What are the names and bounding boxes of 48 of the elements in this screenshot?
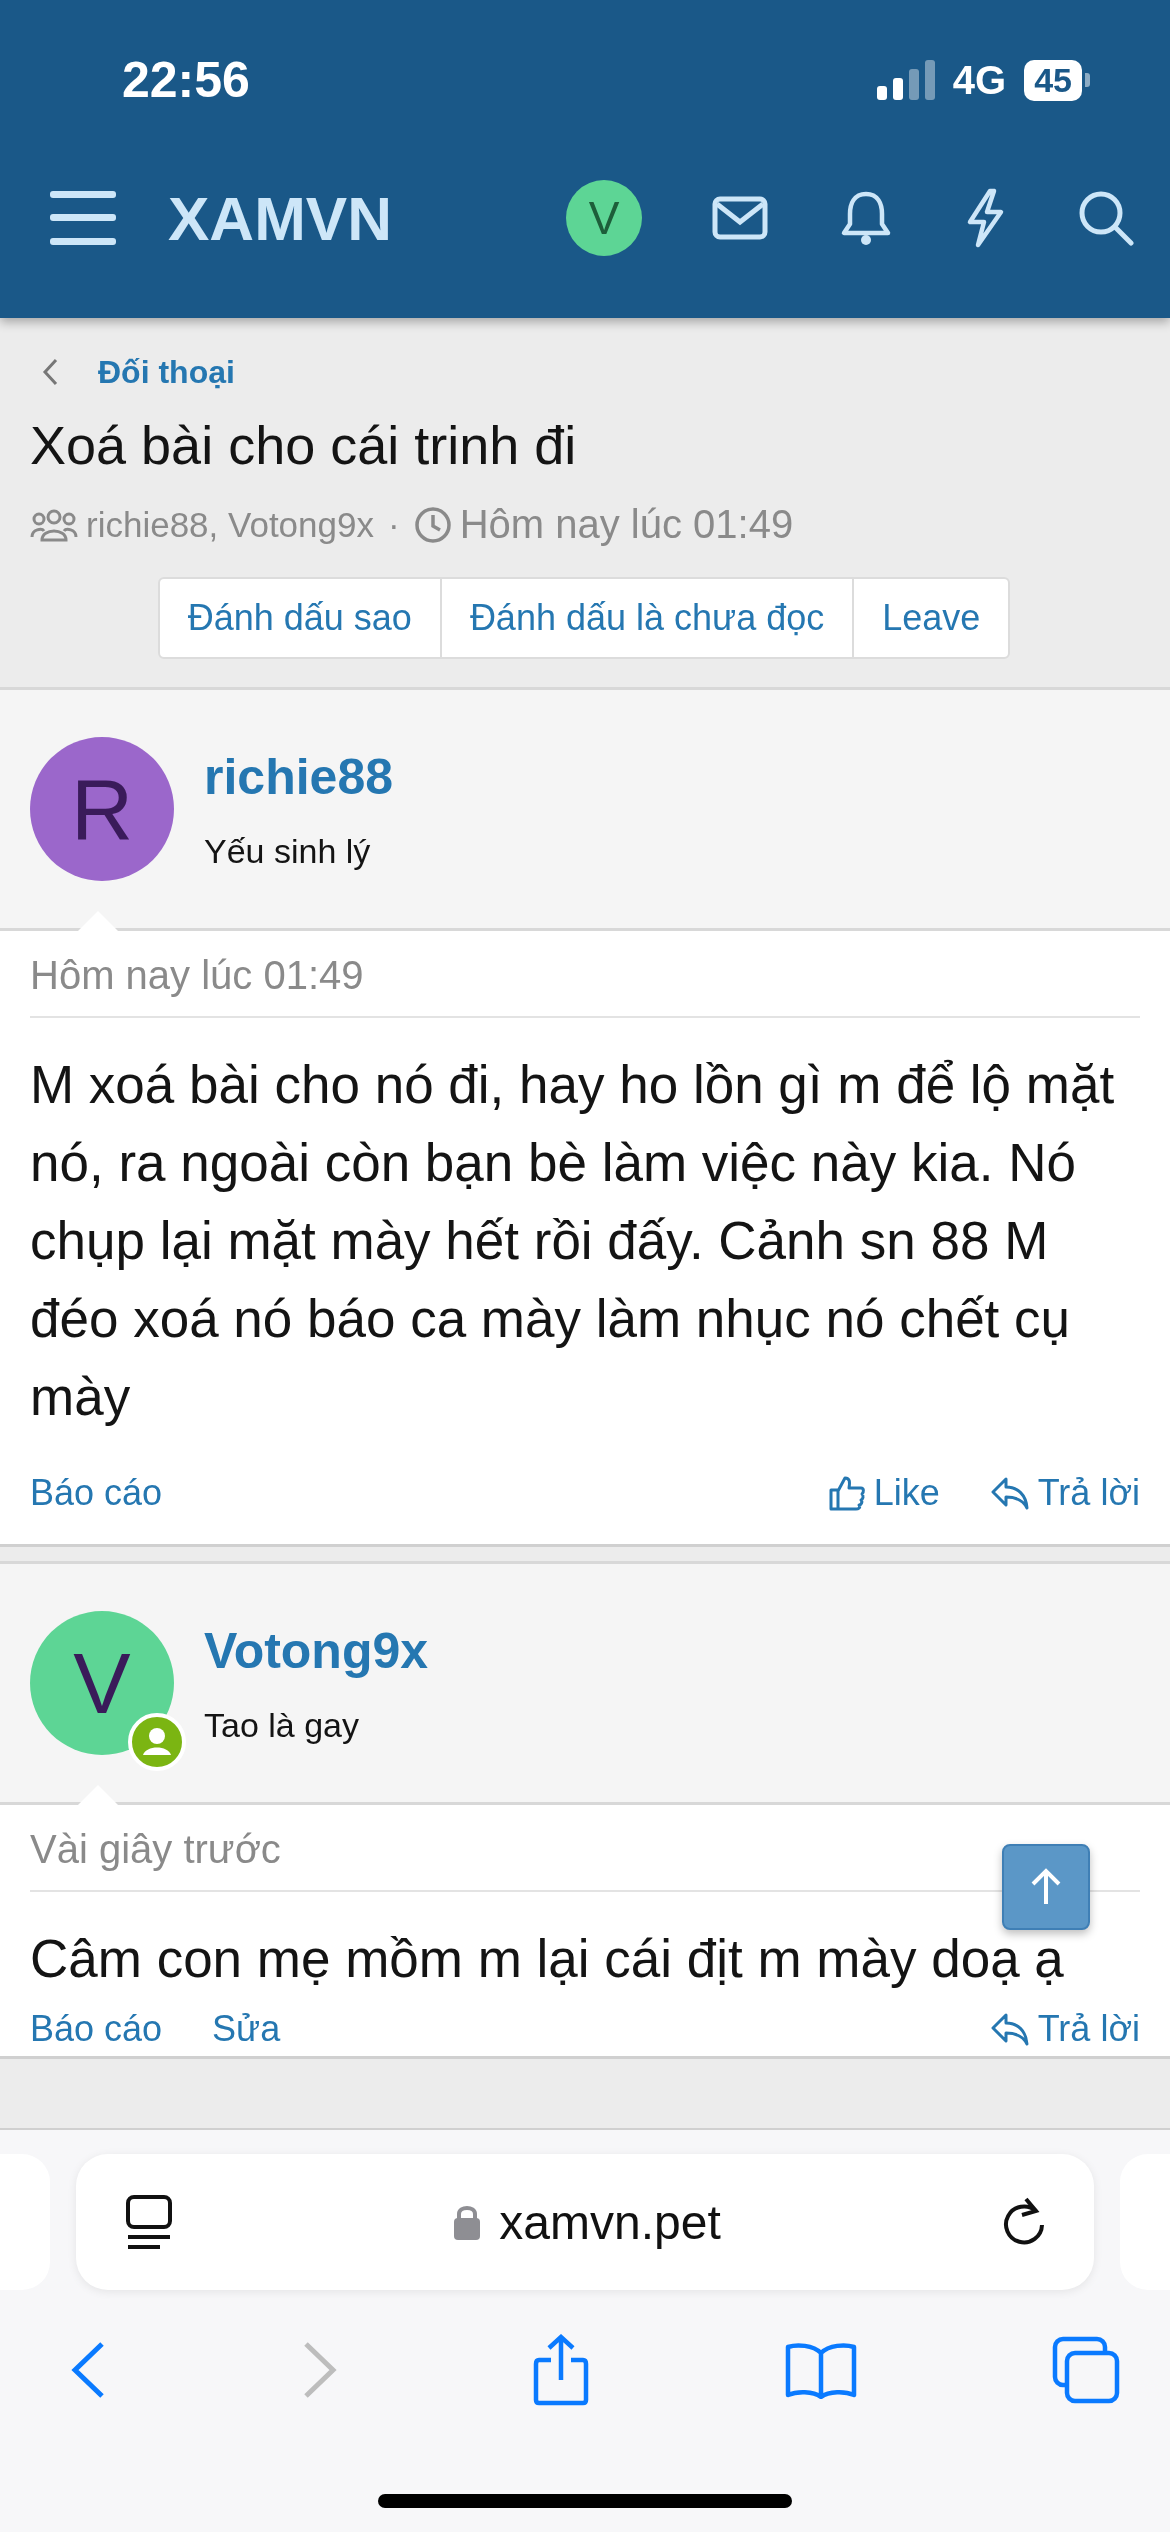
- post-link[interactable]: Sửa: [212, 2008, 281, 2050]
- participants-text: richie88, Votong9x: [86, 504, 374, 545]
- conversation-time: Hôm nay lúc 01:49: [459, 502, 794, 547]
- separator-dot: ·: [388, 504, 400, 545]
- post-link[interactable]: Báo cáo: [30, 1472, 163, 1514]
- conversation-title: Xoá bài cho cái trinh đi: [30, 414, 578, 476]
- reply-link[interactable]: Trả lời: [989, 2008, 1140, 2050]
- username-link[interactable]: Votong9x: [204, 1621, 429, 1680]
- mail-icon[interactable]: [712, 196, 768, 240]
- lock-icon: [453, 2203, 482, 2241]
- clock-icon: [413, 505, 452, 544]
- page-menu-icon[interactable]: [126, 2195, 172, 2249]
- post-time: Hôm nay lúc 01:49: [30, 953, 1140, 1018]
- menu-icon[interactable]: [50, 191, 116, 245]
- search-icon[interactable]: [1078, 190, 1134, 246]
- user-title: Yếu sinh lý: [204, 831, 372, 871]
- back-icon[interactable]: [70, 2340, 106, 2400]
- bell-icon[interactable]: [840, 190, 892, 246]
- user-avatar[interactable]: V: [30, 1611, 174, 1755]
- signal-icon: [876, 60, 935, 100]
- tabs-icon[interactable]: [1052, 2336, 1120, 2404]
- scroll-top-button[interactable]: [1002, 1844, 1090, 1930]
- message-text: Câm con mẹ mồm m lại cái địt m mày doạ ạ: [30, 1928, 1065, 1990]
- up-arrow-icon: [1029, 1868, 1063, 1906]
- like-link[interactable]: Like: [827, 1472, 940, 1514]
- post-link[interactable]: Báo cáo: [30, 2008, 163, 2050]
- back-chevron-icon[interactable]: [42, 358, 58, 386]
- reply-arrow-icon: [989, 2011, 1030, 2047]
- thumbs-up-icon: [827, 1474, 866, 1512]
- share-icon[interactable]: [533, 2334, 589, 2406]
- bookmarks-icon[interactable]: [784, 2341, 857, 2399]
- action-button[interactable]: Leave: [852, 577, 1011, 659]
- network-label: 4G: [952, 57, 1007, 103]
- action-button[interactable]: Đánh dấu sao: [157, 577, 442, 659]
- reply-arrow-icon: [989, 1475, 1030, 1511]
- url-text: xamvn.pet: [499, 2194, 721, 2250]
- action-button[interactable]: Đánh dấu là chưa đọc: [439, 577, 855, 659]
- status-time: 22:56: [122, 51, 250, 109]
- username-link[interactable]: richie88: [204, 747, 393, 806]
- reply-link[interactable]: Trả lời: [989, 1472, 1140, 1514]
- user-title: Tao là gay: [204, 1705, 360, 1745]
- message-text: M xoá bài cho nó đi, hay ho lồn gì m để lộ mặt nó, ra ngoài còn bạn bè làm việc này kia. Nó chụp lại mặt mày hết rồi đấy. Cảnh sn 88 M đéo xoá nó báo ca mày làm nhục nó chết cụ mày: [30, 1054, 1116, 1428]
- user-avatar[interactable]: V: [566, 180, 642, 256]
- breadcrumb-link[interactable]: Đối thoại: [98, 353, 235, 391]
- people-icon: [30, 507, 78, 542]
- user-avatar[interactable]: R: [30, 737, 174, 881]
- site-logo[interactable]: XAMVN: [168, 182, 392, 254]
- address-bar[interactable]: xamvn.pet: [76, 2154, 1094, 2290]
